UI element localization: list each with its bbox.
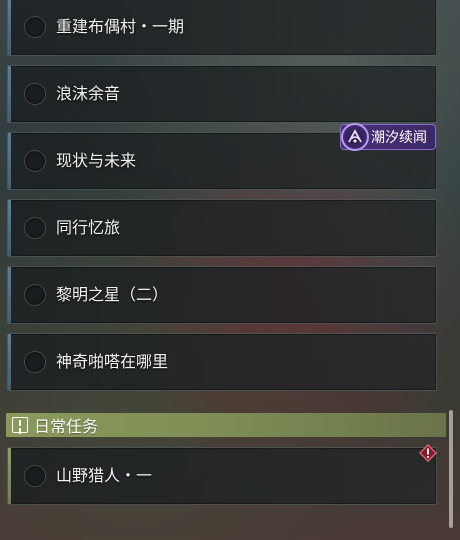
quest-radio[interactable] <box>24 284 46 306</box>
tag-label: 潮汐续闻 <box>371 130 427 146</box>
quest-radio[interactable] <box>24 351 46 373</box>
quest-radio[interactable] <box>24 465 46 487</box>
quest-label: 浪沫余音 <box>56 84 121 103</box>
danger-diamond-icon <box>418 443 438 463</box>
daily-section-header: 日常任务 <box>6 413 446 437</box>
scrollbar[interactable] <box>449 410 453 528</box>
info-icon <box>12 417 28 433</box>
quest-label: 重建布偶村・一期 <box>56 17 185 36</box>
quest-item[interactable]: 重建布偶村・一期 <box>7 0 437 56</box>
quest-item[interactable]: 神奇啪嗒在哪里 <box>7 333 437 391</box>
quest-label: 神奇啪嗒在哪里 <box>56 352 169 371</box>
tidal-sequel-tag: 潮汐续闻 <box>340 123 436 151</box>
quest-list: 重建布偶村・一期 浪沫余音 现状与未来 同行忆旅 黎明之星（二） 神奇啪嗒在哪里… <box>0 0 460 540</box>
tidal-sequel-icon <box>341 123 369 151</box>
quest-item[interactable]: 浪沫余音 <box>7 65 437 123</box>
section-title: 日常任务 <box>34 417 99 436</box>
quest-item[interactable]: 同行忆旅 <box>7 199 437 257</box>
quest-label: 现状与未来 <box>56 151 137 170</box>
quest-radio[interactable] <box>24 16 46 38</box>
quest-item[interactable]: 黎明之星（二） <box>7 266 437 324</box>
quest-radio[interactable] <box>24 217 46 239</box>
quest-label: 黎明之星（二） <box>56 285 169 304</box>
quest-label: 山野猎人・一 <box>56 466 153 485</box>
quest-radio[interactable] <box>24 83 46 105</box>
quest-label: 同行忆旅 <box>56 218 121 237</box>
quest-radio[interactable] <box>24 150 46 172</box>
daily-quest-item[interactable]: 山野猎人・一 <box>7 447 437 505</box>
